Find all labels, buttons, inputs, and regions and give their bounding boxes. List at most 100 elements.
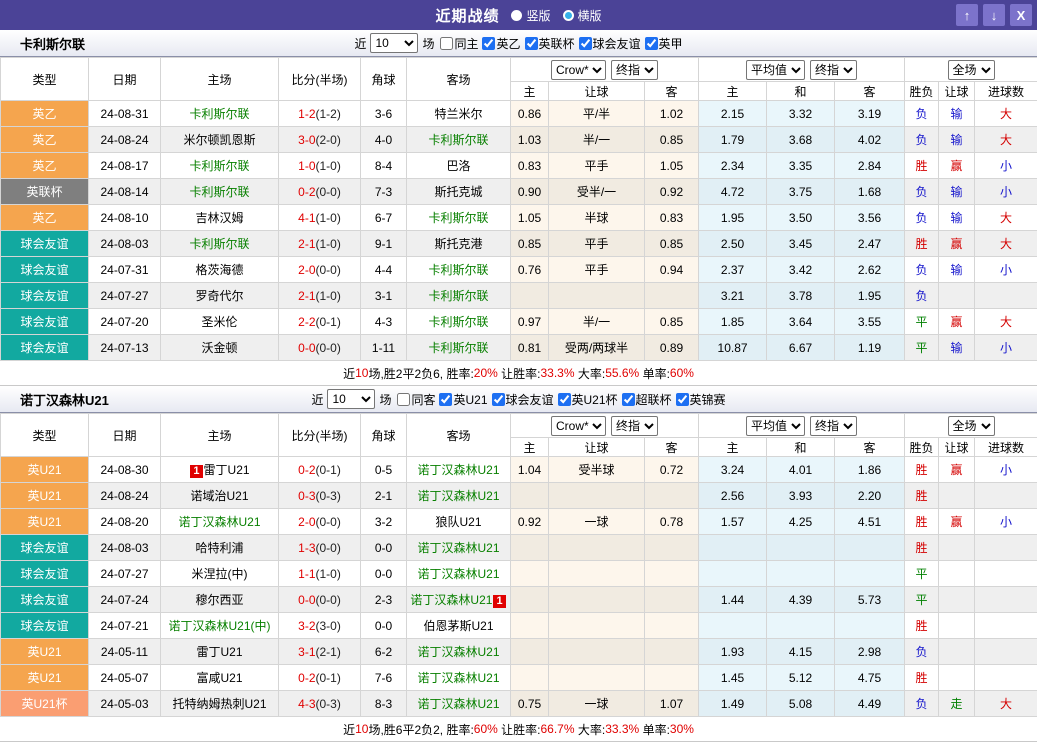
col-header-date: 日期 (89, 414, 161, 457)
avg-source-select[interactable]: 平均值 (746, 416, 805, 436)
team-filter-row: 卡利斯尔联 近 10 场 同主 英乙英联杯球会友谊英甲 (0, 30, 1037, 57)
away-team-cell: 巴洛 (407, 153, 511, 179)
league-filter-checkbox-item[interactable]: 超联杯 (622, 391, 672, 408)
league-checkbox[interactable] (676, 393, 689, 406)
subcol-avg-away: 客 (835, 438, 905, 457)
avg-away-cell (835, 535, 905, 561)
odds-away-cell (645, 283, 699, 309)
handicap-cell (549, 483, 645, 509)
avg-time-select[interactable]: 终指 (810, 416, 857, 436)
halftime-score: (2-1) (316, 645, 341, 659)
view-mode-radio-horizontal[interactable]: 横版 (563, 7, 602, 24)
league-checkbox[interactable] (439, 393, 452, 406)
team-label: 斯托克港 (434, 237, 482, 251)
result-scope-select[interactable]: 全场 (948, 416, 995, 436)
date-cell: 24-08-24 (89, 483, 161, 509)
odds-away-cell: 0.85 (645, 127, 699, 153)
team-name: 卡利斯尔联 (20, 34, 85, 53)
league-checkbox[interactable] (558, 393, 571, 406)
odds-home-cell: 1.05 (511, 205, 549, 231)
league-checkbox-label: 英甲 (659, 35, 683, 52)
col-header-score: 比分(半场) (279, 58, 361, 101)
goals-result-cell (975, 665, 1037, 691)
same-venue-checkbox-item[interactable]: 同主 (440, 35, 478, 52)
avg-away-cell: 4.49 (835, 691, 905, 717)
goals-result-cell (975, 639, 1037, 665)
result-cell: 胜 (905, 483, 939, 509)
corner-cell: 3-2 (361, 509, 407, 535)
league-filter-checkbox-item[interactable]: 英U21杯 (558, 391, 618, 408)
score-cell: 2-0(0-0) (279, 509, 361, 535)
match-count-select[interactable]: 10 (327, 389, 375, 409)
league-checkbox[interactable] (492, 393, 505, 406)
goals-result-cell: 大 (975, 101, 1037, 127)
summary-segment: 33.3% (541, 366, 575, 380)
view-mode-horizontal-label: 横版 (578, 7, 602, 24)
same-venue-checkbox[interactable] (397, 393, 410, 406)
avg-home-cell (699, 561, 767, 587)
odds-away-cell: 1.07 (645, 691, 699, 717)
avg-home-cell: 10.87 (699, 335, 767, 361)
subcol-avg-home: 主 (699, 82, 767, 101)
team-label: 格茨海德 (195, 263, 243, 277)
odds-source-select[interactable]: Crow* (551, 416, 606, 436)
result-cell: 负 (905, 205, 939, 231)
odds-away-cell (645, 587, 699, 613)
subcol-avg-draw: 和 (767, 438, 835, 457)
league-checkbox[interactable] (622, 393, 635, 406)
fulltime-score: 4-1 (298, 211, 315, 225)
team-label: 诺域治U21 (190, 489, 248, 503)
move-up-button[interactable]: ↑ (956, 4, 978, 26)
league-checkbox[interactable] (525, 37, 538, 50)
league-checkbox[interactable] (645, 37, 658, 50)
match-count-select[interactable]: 10 (370, 33, 418, 53)
home-team-cell: 卡利斯尔联 (161, 101, 279, 127)
avg-source-select[interactable]: 平均值 (746, 60, 805, 80)
odds-home-cell (511, 535, 549, 561)
odds-home-cell (511, 587, 549, 613)
close-button[interactable]: X (1010, 4, 1032, 26)
date-cell: 24-08-17 (89, 153, 161, 179)
subcol-avg-home: 主 (699, 438, 767, 457)
avg-time-select[interactable]: 终指 (810, 60, 857, 80)
score-cell: 3-2(3-0) (279, 613, 361, 639)
same-venue-checkbox-item[interactable]: 同客 (397, 391, 435, 408)
league-filter-checkbox-item[interactable]: 球会友谊 (579, 35, 641, 52)
same-venue-checkbox[interactable] (440, 37, 453, 50)
handicap-cell (549, 561, 645, 587)
league-checkbox[interactable] (482, 37, 495, 50)
team-label: 斯托克城 (434, 185, 482, 199)
league-filter-checkbox-item[interactable]: 英锦赛 (676, 391, 726, 408)
odds-source-select[interactable]: Crow* (551, 60, 606, 80)
avg-away-cell (835, 613, 905, 639)
view-mode-radio-vertical[interactable]: 竖版 (511, 7, 550, 24)
league-filter-checkbox-item[interactable]: 球会友谊 (492, 391, 554, 408)
avg-home-cell: 3.24 (699, 457, 767, 483)
odds-home-cell (511, 639, 549, 665)
home-team-cell: 卡利斯尔联 (161, 179, 279, 205)
handicap-result-cell: 输 (939, 335, 975, 361)
date-cell: 24-08-30 (89, 457, 161, 483)
subcol-odds-home: 主 (511, 82, 549, 101)
league-checkbox[interactable] (579, 37, 592, 50)
corner-cell: 0-0 (361, 613, 407, 639)
result-scope-select[interactable]: 全场 (948, 60, 995, 80)
avg-draw-cell: 3.42 (767, 257, 835, 283)
goals-result-cell: 大 (975, 691, 1037, 717)
league-filter-checkbox-item[interactable]: 英甲 (645, 35, 683, 52)
odds-time-select[interactable]: 终指 (611, 60, 658, 80)
avg-home-cell (699, 535, 767, 561)
avg-home-cell: 2.37 (699, 257, 767, 283)
date-cell: 24-08-03 (89, 535, 161, 561)
league-filter-checkbox-item[interactable]: 英联杯 (525, 35, 575, 52)
league-filter-checkbox-item[interactable]: 英乙 (482, 35, 520, 52)
odds-time-select[interactable]: 终指 (611, 416, 658, 436)
move-down-button[interactable]: ↓ (983, 4, 1005, 26)
team-label: 诺丁汉森林U21 (417, 567, 499, 581)
fulltime-score: 0-2 (298, 185, 315, 199)
result-cell: 负 (905, 691, 939, 717)
avg-home-cell: 1.49 (699, 691, 767, 717)
date-cell: 24-07-27 (89, 283, 161, 309)
league-filter-checkbox-item[interactable]: 英U21 (439, 391, 487, 408)
date-cell: 24-05-03 (89, 691, 161, 717)
